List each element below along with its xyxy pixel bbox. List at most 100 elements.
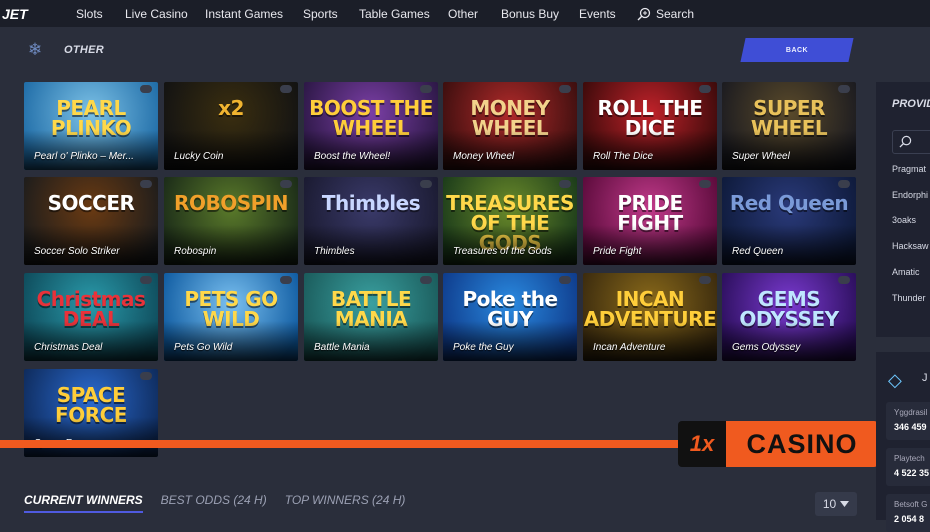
jackpot-value: 346 459 — [894, 422, 927, 432]
provider-item[interactable]: 3oaks — [892, 215, 916, 225]
provider-badge-icon — [559, 276, 571, 284]
tile-shade — [24, 225, 158, 265]
nav-item-sports[interactable]: Sports — [303, 7, 338, 21]
game-tile[interactable]: SUPER WHEEL Super Wheel — [722, 82, 856, 170]
jackpot-row[interactable]: Betsoft G 2 054 8 — [886, 494, 930, 532]
casino-logo-mark: 1x — [678, 421, 726, 467]
game-name: Lucky Coin — [174, 151, 224, 162]
provider-badge-icon — [699, 276, 711, 284]
tile-shade — [164, 225, 298, 265]
game-name: Red Queen — [732, 246, 784, 257]
jackpot-provider: Betsoft G — [894, 500, 928, 509]
provider-badge-icon — [838, 276, 850, 284]
provider-badge-icon — [280, 180, 292, 188]
tile-shade — [443, 321, 577, 361]
search-label: Search — [656, 7, 695, 21]
provider-badge-icon — [838, 85, 850, 93]
game-tile[interactable]: INCAN ADVENTURE Incan Adventure — [583, 273, 717, 361]
game-logo-text: Thimbles — [321, 191, 421, 215]
search-icon — [637, 7, 651, 21]
diamond-icon: ◇ — [888, 370, 902, 390]
nav-item-instant-games[interactable]: Instant Games — [205, 7, 283, 21]
provider-badge-icon — [280, 276, 292, 284]
jackpot-provider: Playtech — [894, 454, 925, 463]
game-name: Pearl o' Plinko – Mer... — [34, 151, 134, 162]
game-tile[interactable]: BATTLE MANIA Battle Mania — [304, 273, 438, 361]
game-name: Gems Odyssey — [732, 342, 801, 353]
search-icon — [899, 135, 912, 148]
provider-badge-icon — [280, 85, 292, 93]
casino-logo: 1x CASINO — [678, 421, 878, 467]
providers-panel: PROVID Pragmat Endorphi 3oaks Hacksaw Am… — [876, 82, 930, 337]
tab-best-odds[interactable]: BEST ODDS (24 H) — [161, 493, 267, 513]
nav-item-live-casino[interactable]: Live Casino — [125, 7, 188, 21]
provider-badge-icon — [838, 180, 850, 188]
nav-item-bonus-buy[interactable]: Bonus Buy — [501, 7, 559, 21]
game-tile[interactable]: TREASURES OF THE GODSTreasures of the Go… — [443, 177, 577, 265]
game-tile[interactable]: x2 Lucky Coin — [164, 82, 298, 170]
game-tile[interactable]: MONEY WHEEL Money Wheel — [443, 82, 577, 170]
game-logo-text: ROBOSPIN — [174, 191, 288, 215]
nav-item-other[interactable]: Other — [448, 7, 478, 21]
game-tile[interactable]: GEMS ODYSSEY Gems Odyssey — [722, 273, 856, 361]
game-name: Poke the Guy — [453, 342, 514, 353]
site-logo[interactable]: JET — [2, 6, 62, 22]
jackpot-row[interactable]: Playtech 4 522 35 — [886, 448, 930, 486]
tab-current-winners[interactable]: CURRENT WINNERS — [24, 493, 143, 513]
jackpots-title: J — [922, 372, 928, 384]
provider-badge-icon — [559, 85, 571, 93]
provider-item[interactable]: Amatic — [892, 267, 920, 277]
tab-top-winners[interactable]: TOP WINNERS (24 H) — [285, 493, 406, 513]
provider-item[interactable]: Hacksaw — [892, 241, 929, 251]
game-tile[interactable]: ROBOSPIN Robospin — [164, 177, 298, 265]
nav-item-slots[interactable]: Slots — [76, 7, 103, 21]
game-name: Pride Fight — [593, 246, 642, 257]
tile-shade — [164, 321, 298, 361]
game-name: Christmas Deal — [34, 342, 103, 353]
game-tile[interactable]: Red Queen Red Queen — [722, 177, 856, 265]
game-tile[interactable]: PEARL PLINKO Pearl o' Plinko – Mer... — [24, 82, 158, 170]
back-button[interactable]: BACK — [740, 38, 854, 62]
tile-shade — [583, 130, 717, 170]
provider-badge-icon — [140, 180, 152, 188]
game-logo-text: SOCCER — [47, 191, 135, 215]
provider-search-input[interactable] — [892, 130, 930, 154]
game-tile[interactable]: SOCCER Soccer Solo Striker — [24, 177, 158, 265]
game-tile[interactable]: Poke the GUY Poke the Guy — [443, 273, 577, 361]
provider-badge-icon — [420, 276, 432, 284]
tile-shade — [24, 130, 158, 170]
provider-item[interactable]: Pragmat — [892, 164, 926, 174]
game-tile[interactable]: Christmas DEAL Christmas Deal — [24, 273, 158, 361]
tile-shade — [164, 130, 298, 170]
game-tile[interactable]: PETS GO WILD Pets Go Wild — [164, 273, 298, 361]
nav-item-events[interactable]: Events — [579, 7, 616, 21]
tile-shade — [443, 225, 577, 265]
game-name: Pets Go Wild — [174, 342, 233, 353]
tile-shade — [722, 130, 856, 170]
nav-search[interactable]: Search — [637, 7, 694, 21]
game-name: Roll The Dice — [593, 151, 654, 162]
game-tile[interactable]: ROLL THE DICE Roll The Dice — [583, 82, 717, 170]
game-tile[interactable]: BOOST THE WHEEL Boost the Wheel! — [304, 82, 438, 170]
jackpots-panel: ◇ J Yggdrasil 346 459 Playtech 4 522 35 … — [876, 352, 930, 532]
game-name: Soccer Solo Striker — [34, 246, 120, 257]
game-name: Battle Mania — [314, 342, 370, 353]
jackpot-row[interactable]: Yggdrasil 346 459 — [886, 402, 930, 440]
game-name: Incan Adventure — [593, 342, 666, 353]
back-label: BACK — [785, 46, 809, 54]
tile-shade — [304, 225, 438, 265]
game-tile[interactable]: Thimbles Thimbles — [304, 177, 438, 265]
provider-item[interactable]: Thunder — [892, 293, 926, 303]
per-page-select[interactable]: 10 — [815, 492, 857, 516]
winners-tabs: CURRENT WINNERS BEST ODDS (24 H) TOP WIN… — [24, 493, 423, 513]
section-title: OTHER — [64, 44, 104, 56]
nav-item-table-games[interactable]: Table Games — [359, 7, 430, 21]
tile-shade — [304, 321, 438, 361]
provider-item[interactable]: Endorphi — [892, 190, 928, 200]
game-tile[interactable]: PRIDE FIGHT Pride Fight — [583, 177, 717, 265]
tile-shade — [722, 225, 856, 265]
tile-shade — [24, 321, 158, 361]
chevron-down-icon — [840, 501, 850, 507]
per-page-value: 10 — [822, 497, 837, 511]
casino-logo-word: CASINO — [726, 421, 878, 467]
